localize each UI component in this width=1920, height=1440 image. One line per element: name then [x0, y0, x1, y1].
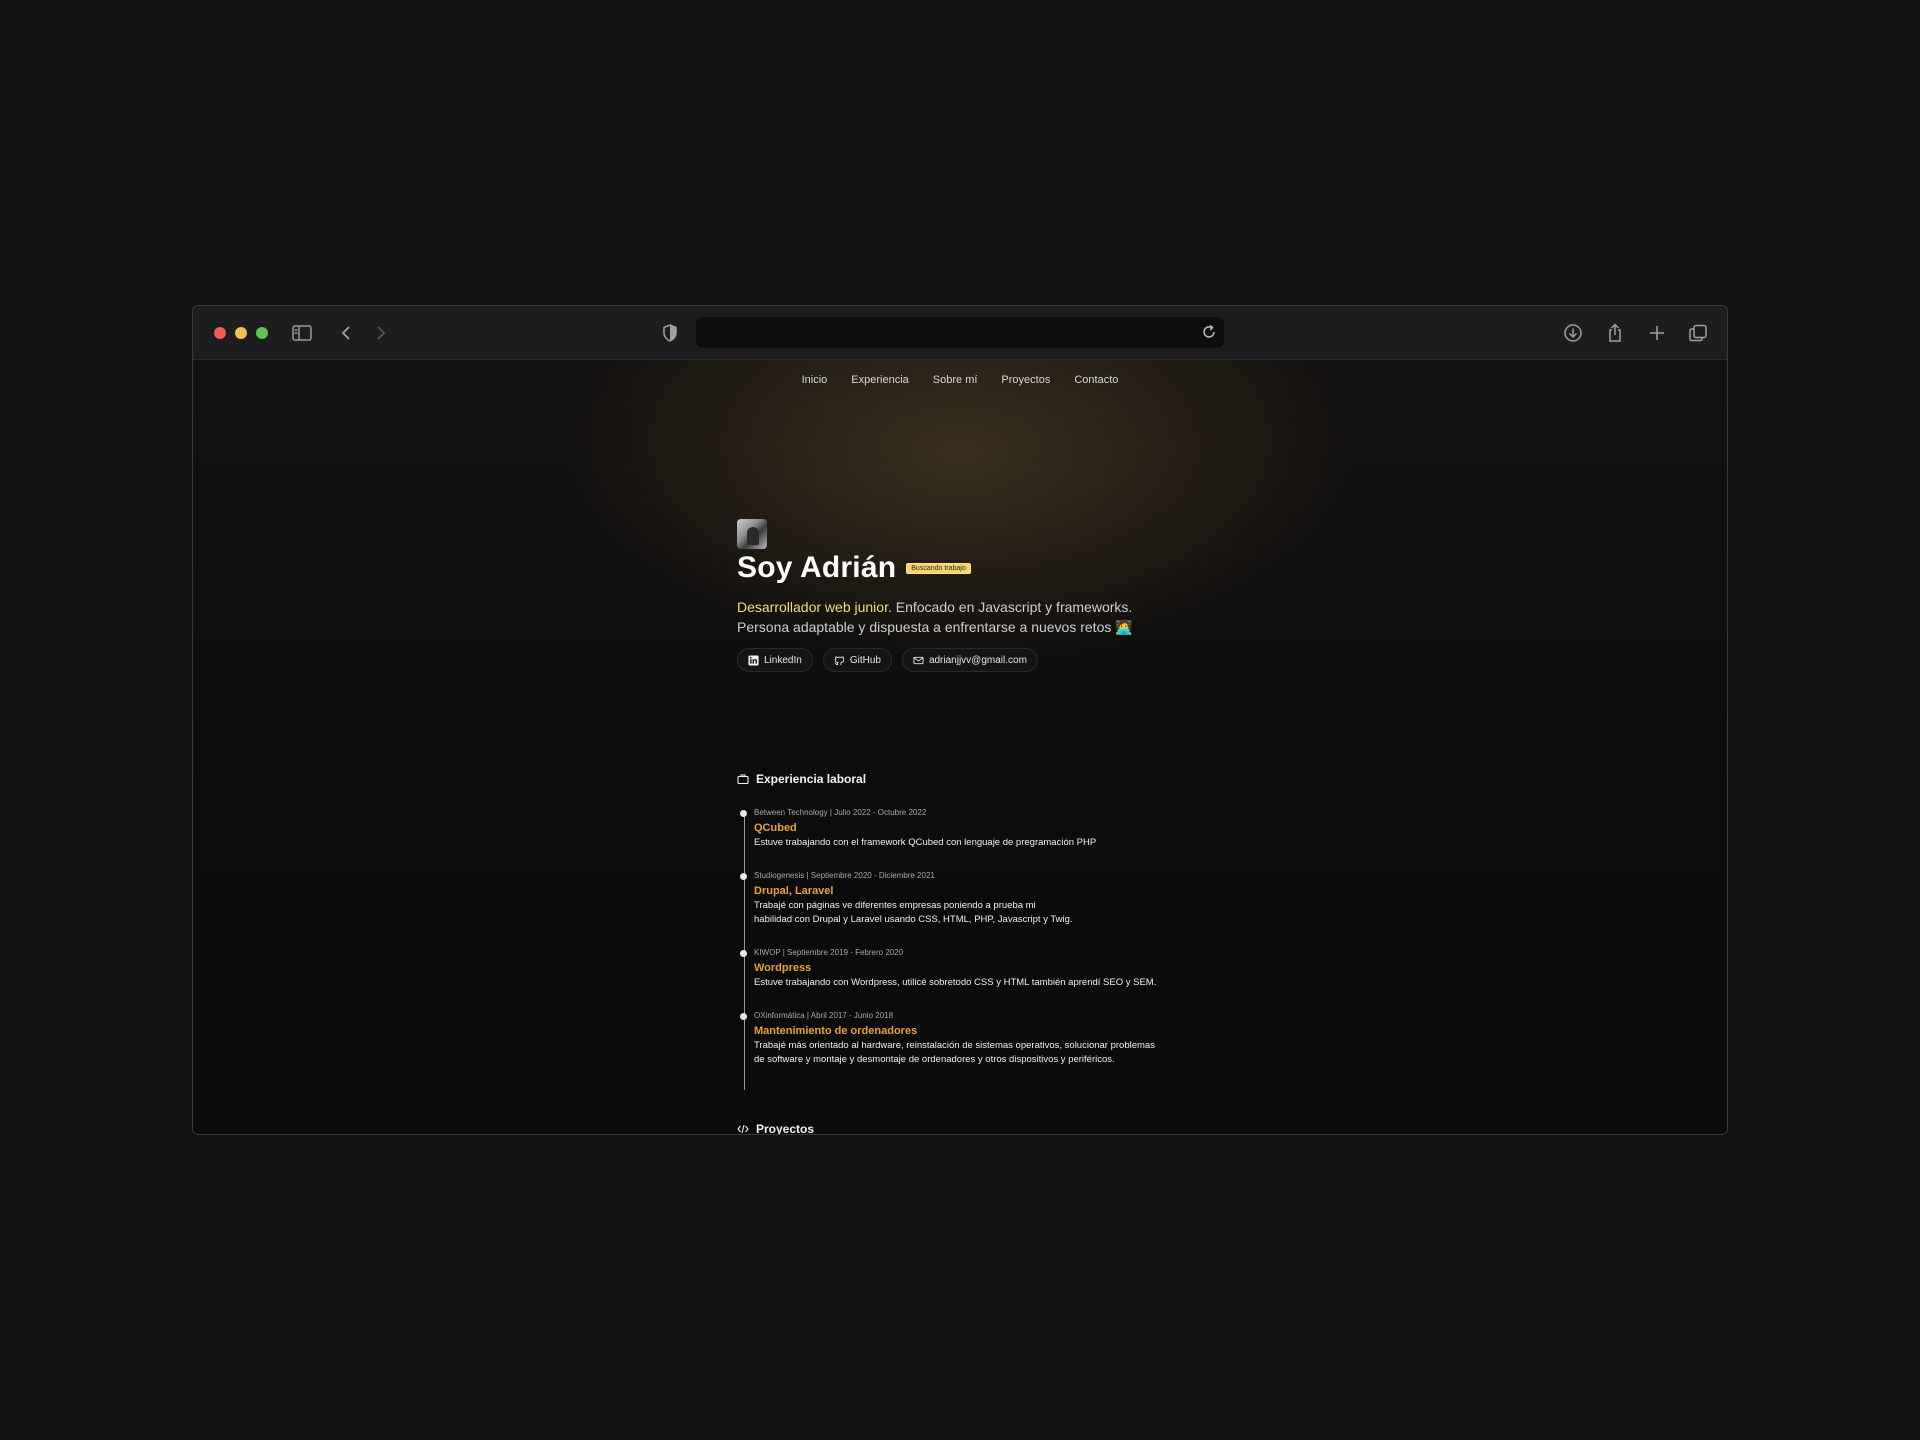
address-bar[interactable]: [696, 317, 1224, 348]
avatar: [737, 519, 767, 549]
nav-item-sobre-mi[interactable]: Sobre mí: [933, 374, 978, 386]
job-entry: Studiogenesis | Septiembre 2020 - Diciem…: [740, 871, 1184, 927]
job-role: Mantenimiento de ordenadores: [754, 1025, 918, 1037]
linkedin-label: LinkedIn: [764, 654, 802, 666]
email-button[interactable]: adrianjjvv@gmail.com: [901, 648, 1038, 672]
chevron-left-icon[interactable]: [335, 321, 359, 345]
nav-item-proyectos[interactable]: Proyectos: [1001, 374, 1050, 386]
tabs-overview-icon[interactable]: [1686, 321, 1710, 345]
nav-item-contacto[interactable]: Contacto: [1074, 374, 1118, 386]
job-meta: Between Technology | Julio 2022 - Octubr…: [754, 808, 927, 817]
page-content: Inicio Experiencia Sobre mí Proyectos Co…: [193, 360, 1727, 1134]
job-role: QCubed: [754, 822, 797, 834]
job-entry: Between Technology | Julio 2022 - Octubr…: [740, 808, 1184, 850]
github-label: GitHub: [849, 654, 881, 666]
nav-item-inicio[interactable]: Inicio: [802, 374, 828, 386]
minimize-window-button[interactable]: [235, 327, 247, 339]
zoom-window-button[interactable]: [256, 327, 268, 339]
job-description: Estuve trabajando con el framework QCube…: [754, 837, 1097, 848]
reload-icon[interactable]: [1200, 323, 1218, 341]
timeline-dot: [740, 950, 747, 957]
timeline-dot: [740, 873, 747, 880]
experience-heading: Experiencia laboral: [737, 772, 866, 786]
hero-desc-rest: Enfocado en Javascript y frameworks.: [891, 599, 1133, 615]
github-icon: [834, 655, 844, 665]
main-nav: Inicio Experiencia Sobre mí Proyectos Co…: [193, 374, 1727, 386]
sidebar-icon[interactable]: [290, 321, 314, 345]
linkedin-icon: [748, 654, 759, 666]
download-icon[interactable]: [1561, 321, 1585, 345]
browser-toolbar: [193, 306, 1727, 360]
status-badge: Buscando trabajo: [906, 562, 971, 574]
github-button[interactable]: GitHub: [822, 648, 892, 672]
email-label: adrianjjvv@gmail.com: [928, 654, 1027, 666]
social-links: LinkedIn GitHub adrianjjvv@gmail.com: [737, 648, 1197, 672]
title-row: Soy Adrián Buscando trabajo: [737, 551, 1197, 585]
hero-section: Soy Adrián Buscando trabajo Desarrollado…: [737, 519, 1197, 672]
job-entry: OXinformática | Abril 2017 - Junio 2018 …: [740, 1011, 1184, 1067]
shield-icon[interactable]: [658, 321, 682, 345]
code-icon: [737, 1124, 749, 1134]
job-role: Wordpress: [754, 962, 812, 974]
hero-highlight: Desarrollador web junior.: [737, 599, 892, 615]
job-meta: KIWOP | Septiembre 2019 - Febrero 2020: [754, 948, 904, 957]
share-icon[interactable]: [1603, 321, 1627, 345]
job-description: Estuve trabajando con Wordpress, utilicé…: [754, 977, 1157, 988]
job-meta: Studiogenesis | Septiembre 2020 - Diciem…: [754, 871, 935, 880]
job-meta: OXinformática | Abril 2017 - Junio 2018: [754, 1011, 894, 1020]
nav-item-experiencia[interactable]: Experiencia: [851, 374, 908, 386]
timeline-dot: [740, 1013, 747, 1020]
job-description: Trabajé con páginas ve diferentes empres…: [754, 900, 1073, 925]
hero-desc-line2: Persona adaptable y dispuesta a enfrenta…: [737, 619, 1133, 635]
briefcase-icon: [737, 774, 749, 785]
experience-title: Experiencia laboral: [756, 772, 867, 786]
plus-icon[interactable]: [1645, 321, 1669, 345]
job-description: Trabajé más orientado al hardware, reins…: [754, 1040, 1155, 1065]
job-entry: KIWOP | Septiembre 2019 - Febrero 2020 W…: [740, 948, 1184, 990]
chevron-right-icon[interactable]: [368, 321, 392, 345]
job-role: Drupal, Laravel: [754, 885, 834, 897]
experience-timeline: Between Technology | Julio 2022 - Octubr…: [740, 808, 1184, 1090]
page-title: Soy Adrián: [737, 551, 897, 584]
projects-heading: Proyectos: [737, 1122, 814, 1134]
mail-icon: [913, 656, 924, 664]
close-window-button[interactable]: [214, 327, 226, 339]
linkedin-button[interactable]: LinkedIn: [737, 648, 813, 672]
timeline-dot: [740, 810, 747, 817]
hero-description: Desarrollador web junior. Enfocado en Ja…: [737, 597, 1197, 637]
browser-window: Inicio Experiencia Sobre mí Proyectos Co…: [192, 305, 1728, 1135]
projects-title: Proyectos: [756, 1122, 815, 1134]
